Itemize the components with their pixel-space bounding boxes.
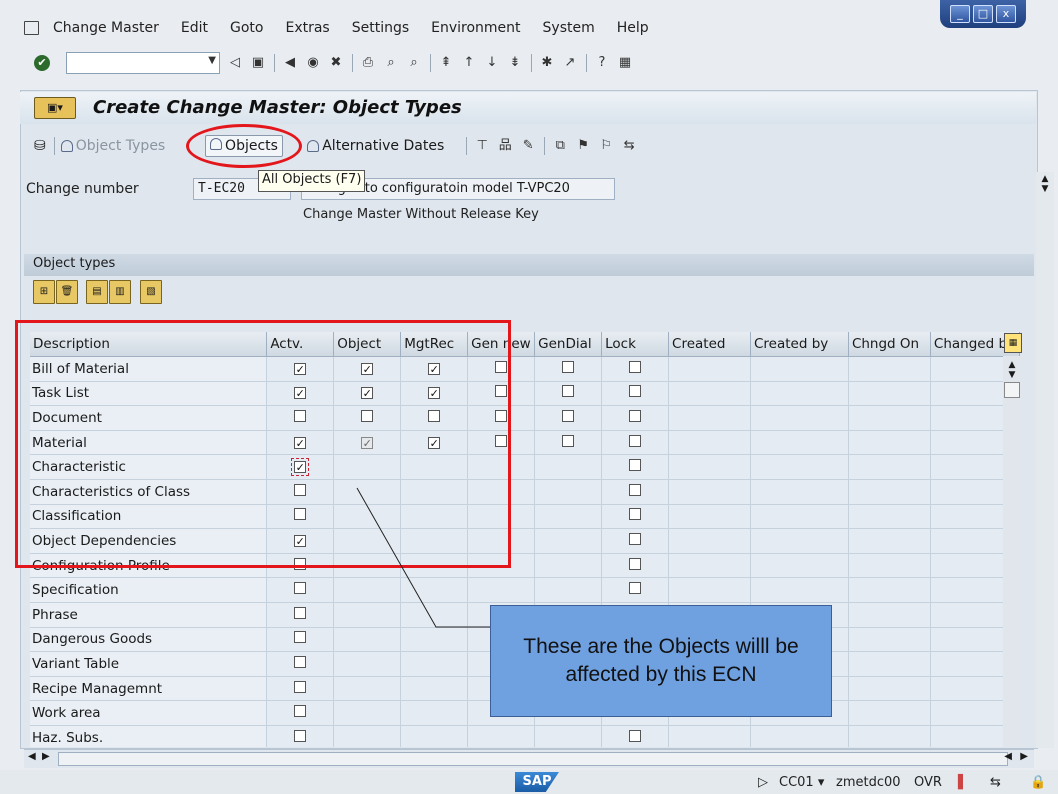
server-name: zmetdc00 [836, 775, 901, 790]
lock-icon: 🔒 [1030, 775, 1047, 790]
callout-text: These are the Objects willl be affected … [523, 635, 799, 686]
system-info[interactable]: CC01 ▾ [779, 775, 824, 790]
system-id: CC01 [779, 775, 814, 790]
status-signal-icon: ▌ [958, 775, 968, 790]
play-icon[interactable]: ▷ [758, 775, 768, 790]
insert-mode[interactable]: OVR [914, 775, 942, 790]
transfer-status-icon: ⇆ [990, 775, 1001, 790]
annotation-callout: These are the Objects willl be affected … [490, 605, 832, 717]
chevron-down-icon[interactable]: ▾ [818, 775, 825, 790]
